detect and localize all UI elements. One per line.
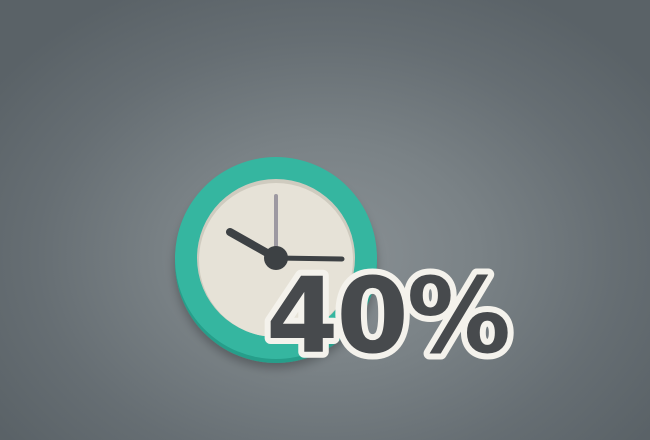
clock-badge-scene: 40% — [0, 0, 650, 440]
percent-label: 40% — [266, 255, 509, 377]
clock-icon: 40% — [175, 157, 517, 383]
